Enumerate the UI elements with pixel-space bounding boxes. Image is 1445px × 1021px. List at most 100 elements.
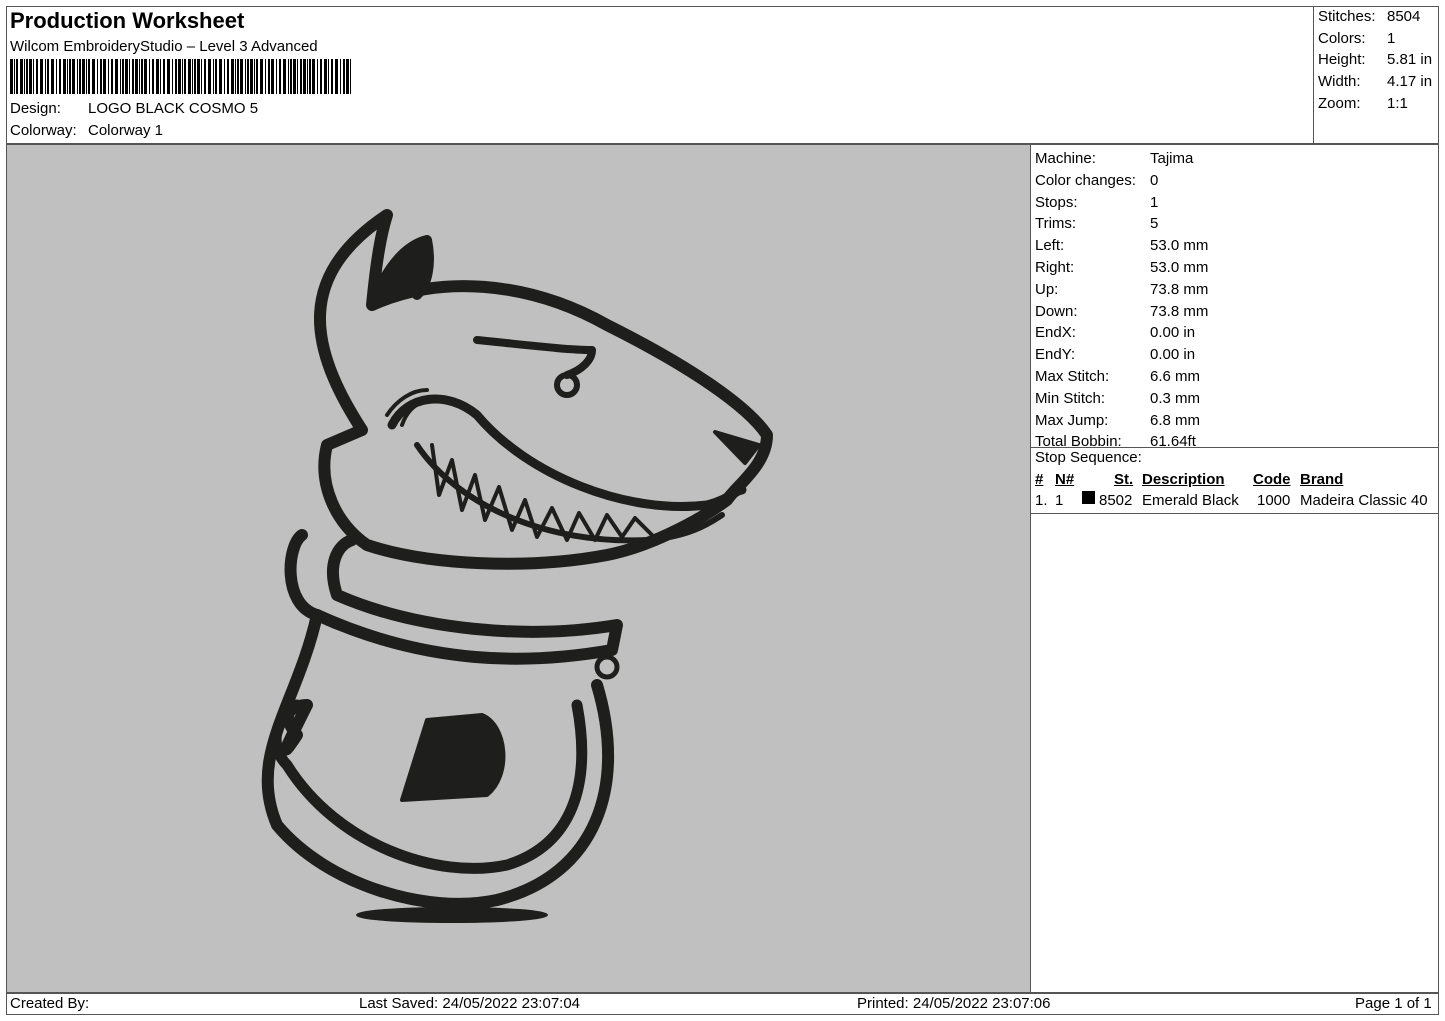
property-row: Max Jump: 6.8 mm [1035, 412, 1200, 429]
barcode-bar [100, 59, 102, 94]
barcode-bar [178, 59, 181, 94]
barcode-bar [103, 59, 106, 94]
property-label: Machine: [1035, 150, 1096, 167]
property-row: Right: 53.0 mm [1035, 259, 1208, 276]
colorway-value: Colorway 1 [88, 122, 164, 139]
property-row: Up: 73.8 mm [1035, 281, 1208, 298]
properties-panel: Machine: Tajima Color changes: 0 Stops: 1 Trim… [1030, 144, 1439, 993]
barcode [10, 59, 351, 94]
stat-value: 1 [1387, 30, 1396, 47]
eye [554, 372, 580, 398]
barcode-bar [132, 59, 134, 94]
barcode-bar [45, 59, 46, 94]
property-value: 53.0 mm [1150, 259, 1209, 276]
property-value: 6.6 mm [1150, 368, 1201, 385]
col-code: Code [1253, 471, 1291, 488]
barcode-bar [224, 59, 225, 94]
barcode-bar [324, 59, 327, 94]
barcode-bar [237, 59, 239, 94]
panel-divider [1031, 447, 1438, 448]
barcode-bar [297, 59, 298, 94]
property-row: Color changes: 0 [1035, 172, 1158, 189]
created-by: Created By: [10, 995, 90, 1012]
barcode-bar [231, 59, 234, 94]
barcode-bar [283, 59, 286, 94]
barcode-bar [144, 59, 147, 94]
design-value: LOGO BLACK COSMO 5 [88, 100, 259, 117]
barcode-bar [120, 59, 121, 94]
barcode-bar [115, 59, 118, 94]
barcode-bar [29, 59, 32, 94]
row-n: 1 [1055, 492, 1064, 509]
barcode-bar [260, 59, 263, 94]
barcode-bar [160, 59, 161, 94]
barcode-bar [129, 59, 130, 94]
barcode-bar [245, 59, 246, 94]
barcode-bar [108, 59, 109, 94]
printed-date: Printed: 24/05/2022 23:07:06 [857, 995, 1051, 1012]
col-brand: Brand [1300, 471, 1344, 488]
barcode-bar [163, 59, 165, 94]
barcode-bar [33, 59, 34, 94]
property-value: 0.00 in [1150, 324, 1196, 342]
barcode-bar [300, 59, 302, 94]
property-label: Up: [1035, 280, 1059, 298]
barcode-bar [14, 59, 15, 94]
page-number: Page 1 of 1 [1355, 995, 1432, 1012]
barcode-bar [288, 59, 289, 94]
barcode-bar [219, 59, 222, 94]
barcode-bar [139, 59, 140, 94]
barcode-bar [265, 59, 266, 94]
design-label: Design: [10, 100, 61, 117]
barcode-bar [16, 59, 18, 94]
barcode-bar [309, 59, 311, 94]
property-row: EndY: 0.00 in [1035, 346, 1195, 363]
barcode-bar [82, 59, 85, 94]
stat-value: 5.81 in [1387, 51, 1433, 68]
barcode-bar [208, 59, 211, 94]
property-row: Left: 53.0 mm [1035, 237, 1208, 254]
property-value: 1 [1150, 193, 1159, 211]
property-value: 0 [1150, 171, 1159, 189]
barcode-bar [256, 59, 258, 94]
colorway-label: Colorway: [10, 122, 77, 139]
barcode-bar [152, 59, 154, 94]
stat-colors: Colors: 1 [1318, 30, 1395, 47]
row-num: 1. [1035, 492, 1048, 509]
barcode-bar [276, 59, 277, 94]
barcode-bar [47, 59, 49, 94]
barcode-bar [197, 59, 200, 94]
barcode-bar [67, 59, 68, 94]
panel-divider [1031, 513, 1438, 514]
barcode-bar [312, 59, 315, 94]
barcode-bar [40, 59, 43, 94]
barcode-bar [240, 59, 243, 94]
property-value: 53.0 mm [1150, 237, 1209, 255]
barcode-bar [77, 59, 78, 94]
barcode-bar [88, 59, 90, 94]
barcode-bar [156, 59, 159, 94]
barcode-bar [350, 59, 351, 94]
barcode-bar [254, 59, 255, 94]
barcode-bar [184, 59, 186, 94]
barcode-bar [194, 59, 196, 94]
barcode-bar [79, 59, 81, 94]
nose [713, 430, 761, 465]
barcode-bar [10, 59, 13, 94]
stat-value: 4.17 in [1387, 73, 1433, 90]
barcode-bar [331, 59, 333, 94]
ground-shadow [356, 907, 548, 923]
property-label: Color changes: [1035, 171, 1136, 189]
barcode-bar [92, 59, 95, 94]
barcode-bar [279, 59, 281, 94]
barcode-bar [247, 59, 249, 94]
barcode-bar [346, 59, 349, 94]
property-row: Min Stitch: 0.3 mm [1035, 390, 1200, 407]
property-row: Down: 73.8 mm [1035, 303, 1208, 320]
property-row: EndX: 0.00 in [1035, 324, 1195, 341]
stat-label: Colors: [1318, 30, 1366, 47]
embroidery-design-shark-dog [261, 209, 773, 923]
barcode-bar [192, 59, 193, 94]
barcode-bar [215, 59, 217, 94]
barcode-bar [201, 59, 202, 94]
